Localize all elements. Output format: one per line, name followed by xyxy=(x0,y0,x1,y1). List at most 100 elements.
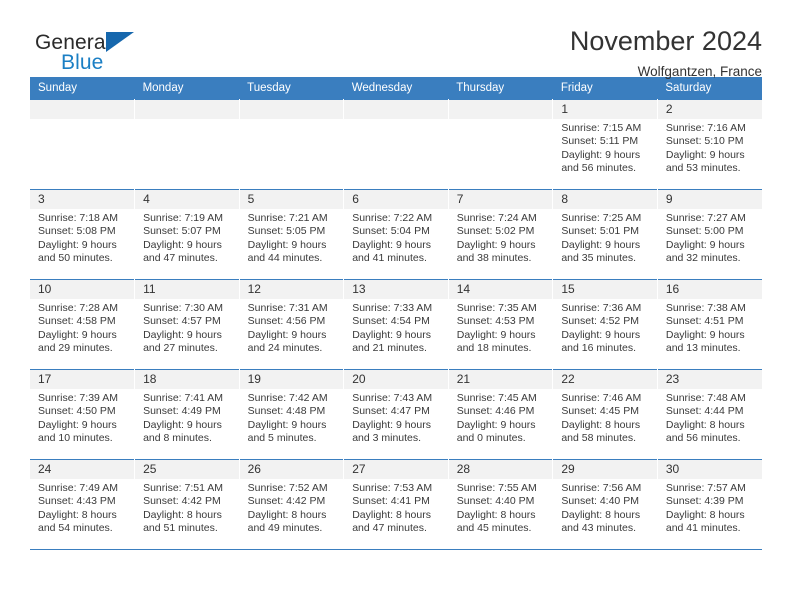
calendar-day-cell[interactable]: 19 Sunrise: 7:42 AM Sunset: 4:48 PM Dayligh… xyxy=(239,369,345,460)
sunrise-text: Sunrise: 7:49 AM xyxy=(38,482,118,494)
day-number: 4 xyxy=(135,190,239,209)
daylight-text-line2: and 29 minutes. xyxy=(38,342,113,355)
sunset-text: Sunset: 4:56 PM xyxy=(247,315,326,328)
calendar-day-cell[interactable]: 7 Sunrise: 7:24 AM Sunset: 5:02 PM Daylight… xyxy=(448,189,554,280)
sunrise-text: Sunrise: 7:16 AM xyxy=(665,122,746,134)
daylight-text-line2: and 8 minutes. xyxy=(143,432,212,445)
calendar-day-cell[interactable]: 18 Sunrise: 7:41 AM Sunset: 4:49 PM Dayligh… xyxy=(134,369,240,460)
sunrise-text: Sunrise: 7:53 AM xyxy=(352,482,433,494)
day-sun-info: Sunrise: 7:16 AM Sunset: 5:10 PM Daylight:… xyxy=(658,119,762,176)
calendar-day-cell[interactable]: 17 Sunrise: 7:39 AM Sunset: 4:50 PM Dayligh… xyxy=(30,369,136,460)
sunrise-text: Sunrise: 7:57 AM xyxy=(665,482,746,494)
calendar-day-cell[interactable]: 28 Sunrise: 7:55 AM Sunset: 4:40 PM Dayligh… xyxy=(448,459,554,550)
sunrise-text: Sunrise: 7:45 AM xyxy=(456,392,537,404)
calendar-day-cell[interactable]: 13 Sunrise: 7:33 AM Sunset: 4:54 PM Dayligh… xyxy=(343,279,449,370)
day-number: 22 xyxy=(553,370,657,389)
daylight-text-line1: Daylight: 9 hours xyxy=(352,238,431,251)
daylight-text-line1: Daylight: 9 hours xyxy=(665,238,745,251)
calendar-day-cell[interactable]: 6 Sunrise: 7:22 AM Sunset: 5:04 PM Daylight… xyxy=(343,189,449,280)
sunset-text: Sunset: 4:40 PM xyxy=(456,495,535,508)
day-sun-info: Sunrise: 7:35 AM Sunset: 4:53 PM Daylight:… xyxy=(449,299,553,356)
day-number: 25 xyxy=(135,460,239,479)
calendar-day-cell[interactable]: 10 Sunrise: 7:28 AM Sunset: 4:58 PM Dayligh… xyxy=(30,279,136,370)
calendar-week-row: 3 Sunrise: 7:18 AM Sunset: 5:08 PM Daylight… xyxy=(30,189,762,280)
calendar-week-row: 10 Sunrise: 7:28 AM Sunset: 4:58 PM Dayligh… xyxy=(30,279,762,370)
sunrise-text: Sunrise: 7:39 AM xyxy=(38,392,118,404)
calendar-day-cell[interactable]: 4 Sunrise: 7:19 AM Sunset: 5:07 PM Daylight… xyxy=(134,189,240,280)
day-number: 13 xyxy=(344,280,448,299)
day-sun-info: Sunrise: 7:27 AM Sunset: 5:00 PM Daylight:… xyxy=(658,209,762,266)
sunrise-text: Sunrise: 7:52 AM xyxy=(247,482,328,494)
location-label: Wolfgantzen, France xyxy=(637,64,762,80)
calendar-day-cell[interactable]: 29 Sunrise: 7:56 AM Sunset: 4:40 PM Dayligh… xyxy=(552,459,658,550)
calendar-day-cell[interactable]: 23 Sunrise: 7:48 AM Sunset: 4:44 PM Dayligh… xyxy=(657,369,762,460)
sunrise-text: Sunrise: 7:46 AM xyxy=(561,392,642,404)
daylight-text-line2: and 21 minutes. xyxy=(352,342,427,355)
day-number: 9 xyxy=(657,190,762,209)
day-number: 10 xyxy=(30,280,135,299)
weekday-header-sunday: Sunday xyxy=(30,77,135,100)
day-number: 23 xyxy=(657,370,762,389)
daylight-text-line2: and 10 minutes. xyxy=(38,432,113,445)
calendar-day-cell[interactable]: 11 Sunrise: 7:30 AM Sunset: 4:57 PM Dayligh… xyxy=(134,279,240,370)
calendar-day-cell[interactable]: 16 Sunrise: 7:38 AM Sunset: 4:51 PM Dayligh… xyxy=(657,279,762,370)
sunrise-text: Sunrise: 7:41 AM xyxy=(143,392,224,404)
calendar-day-cell[interactable]: 12 Sunrise: 7:31 AM Sunset: 4:56 PM Dayligh… xyxy=(239,279,345,370)
calendar-day-cell[interactable]: 8 Sunrise: 7:25 AM Sunset: 5:01 PM Daylight… xyxy=(552,189,658,280)
day-number: 16 xyxy=(657,280,762,299)
sunset-text: Sunset: 4:51 PM xyxy=(665,315,744,328)
calendar-day-cell[interactable]: 5 Sunrise: 7:21 AM Sunset: 5:05 PM Daylight… xyxy=(239,189,345,280)
day-sun-info: Sunrise: 7:36 AM Sunset: 4:52 PM Daylight:… xyxy=(553,299,657,356)
calendar-week-row: 17 Sunrise: 7:39 AM Sunset: 4:50 PM Dayligh… xyxy=(30,369,762,460)
day-sun-info: Sunrise: 7:55 AM Sunset: 4:40 PM Daylight:… xyxy=(449,479,553,536)
calendar-day-cell[interactable]: 25 Sunrise: 7:51 AM Sunset: 4:42 PM Dayligh… xyxy=(134,459,240,550)
calendar-header-row: Sunday Monday Tuesday Wednesday Thursday… xyxy=(30,77,762,100)
daylight-text-line1: Daylight: 8 hours xyxy=(665,508,745,521)
daylight-text-line1: Daylight: 9 hours xyxy=(352,328,431,341)
calendar-day-cell[interactable]: 27 Sunrise: 7:53 AM Sunset: 4:41 PM Dayligh… xyxy=(343,459,449,550)
calendar-day-cell[interactable]: 22 Sunrise: 7:46 AM Sunset: 4:45 PM Dayligh… xyxy=(552,369,658,460)
weekday-header-tuesday: Tuesday xyxy=(239,77,344,100)
calendar-cell-empty xyxy=(134,99,240,190)
sunset-text: Sunset: 5:02 PM xyxy=(456,225,535,238)
page-header: General Blue November 2024 Wolfgantzen, … xyxy=(30,0,762,79)
calendar-day-cell[interactable]: 30 Sunrise: 7:57 AM Sunset: 4:39 PM Dayligh… xyxy=(657,459,762,550)
day-number xyxy=(344,100,448,119)
calendar-day-cell[interactable]: 3 Sunrise: 7:18 AM Sunset: 5:08 PM Daylight… xyxy=(30,189,136,280)
calendar-day-cell[interactable]: 2 Sunrise: 7:16 AM Sunset: 5:10 PM Daylight… xyxy=(657,99,762,190)
day-sun-info: Sunrise: 7:19 AM Sunset: 5:07 PM Daylight:… xyxy=(135,209,239,266)
calendar-day-cell[interactable]: 20 Sunrise: 7:43 AM Sunset: 4:47 PM Dayligh… xyxy=(343,369,449,460)
weekday-header-friday: Friday xyxy=(552,77,658,100)
calendar-day-cell[interactable]: 24 Sunrise: 7:49 AM Sunset: 4:43 PM Dayligh… xyxy=(30,459,136,550)
day-number: 2 xyxy=(657,100,762,119)
daylight-text-line1: Daylight: 9 hours xyxy=(143,418,222,431)
calendar-day-cell[interactable]: 21 Sunrise: 7:45 AM Sunset: 4:46 PM Dayligh… xyxy=(448,369,554,460)
day-number: 11 xyxy=(135,280,239,299)
daylight-text-line1: Daylight: 8 hours xyxy=(247,508,327,521)
day-number: 30 xyxy=(657,460,762,479)
day-number: 27 xyxy=(344,460,448,479)
sunset-text: Sunset: 4:44 PM xyxy=(665,405,744,418)
calendar-day-cell[interactable]: 26 Sunrise: 7:52 AM Sunset: 4:42 PM Dayligh… xyxy=(239,459,345,550)
day-number: 1 xyxy=(553,100,657,119)
calendar-day-cell[interactable]: 14 Sunrise: 7:35 AM Sunset: 4:53 PM Dayligh… xyxy=(448,279,554,370)
weekday-header-wednesday: Wednesday xyxy=(343,77,449,100)
day-number: 8 xyxy=(553,190,657,209)
calendar-day-cell[interactable]: 15 Sunrise: 7:36 AM Sunset: 4:52 PM Dayligh… xyxy=(552,279,658,370)
daylight-text-line2: and 45 minutes. xyxy=(456,522,532,535)
daylight-text-line2: and 43 minutes. xyxy=(561,522,637,535)
sunset-text: Sunset: 4:58 PM xyxy=(38,315,116,328)
calendar-day-cell[interactable]: 9 Sunrise: 7:27 AM Sunset: 5:00 PM Daylight… xyxy=(657,189,762,280)
calendar-day-cell[interactable]: 1 Sunrise: 7:15 AM Sunset: 5:11 PM Daylight… xyxy=(552,99,658,190)
sunrise-text: Sunrise: 7:18 AM xyxy=(38,212,118,224)
day-number: 17 xyxy=(30,370,135,389)
sunrise-text: Sunrise: 7:28 AM xyxy=(38,302,118,314)
sunset-text: Sunset: 5:11 PM xyxy=(561,135,639,148)
daylight-text-line2: and 32 minutes. xyxy=(665,252,741,265)
sunrise-text: Sunrise: 7:15 AM xyxy=(561,122,642,134)
calendar-cell-empty xyxy=(343,99,449,190)
daylight-text-line2: and 0 minutes. xyxy=(456,432,526,445)
day-sun-info: Sunrise: 7:41 AM Sunset: 4:49 PM Daylight:… xyxy=(135,389,239,446)
brand-logo[interactable]: General Blue xyxy=(30,26,160,80)
sunset-text: Sunset: 5:00 PM xyxy=(665,225,744,238)
